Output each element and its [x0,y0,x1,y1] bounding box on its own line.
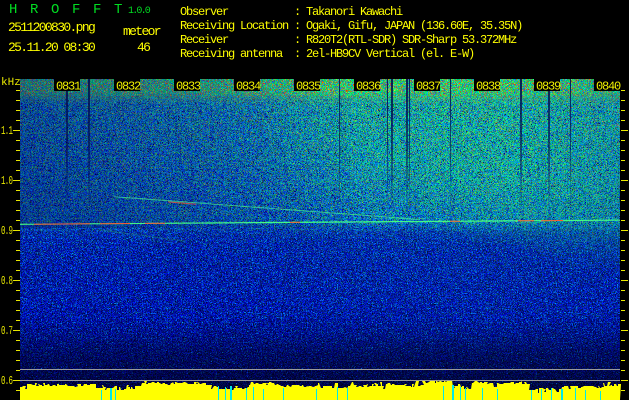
svg-text:1.0: 1.0 [1,174,13,188]
svg-text:0836: 0836 [356,80,381,94]
svg-text:0840: 0840 [596,80,621,94]
svg-text:0834: 0834 [236,80,261,94]
svg-text:0839: 0839 [536,80,561,94]
svg-text:0.8: 0.8 [1,274,13,288]
svg-text:0835: 0835 [296,80,321,94]
svg-text:0.7: 0.7 [1,324,13,338]
svg-text:0837: 0837 [416,80,441,94]
svg-text:kHz: kHz [1,77,21,89]
svg-text:1.1: 1.1 [1,124,13,138]
svg-text:0.9: 0.9 [1,224,13,238]
svg-text:0832: 0832 [116,80,141,94]
svg-text:0.6: 0.6 [1,374,13,388]
svg-text:0831: 0831 [56,80,81,94]
svg-text:0838: 0838 [476,80,501,94]
svg-text:0833: 0833 [176,80,201,94]
